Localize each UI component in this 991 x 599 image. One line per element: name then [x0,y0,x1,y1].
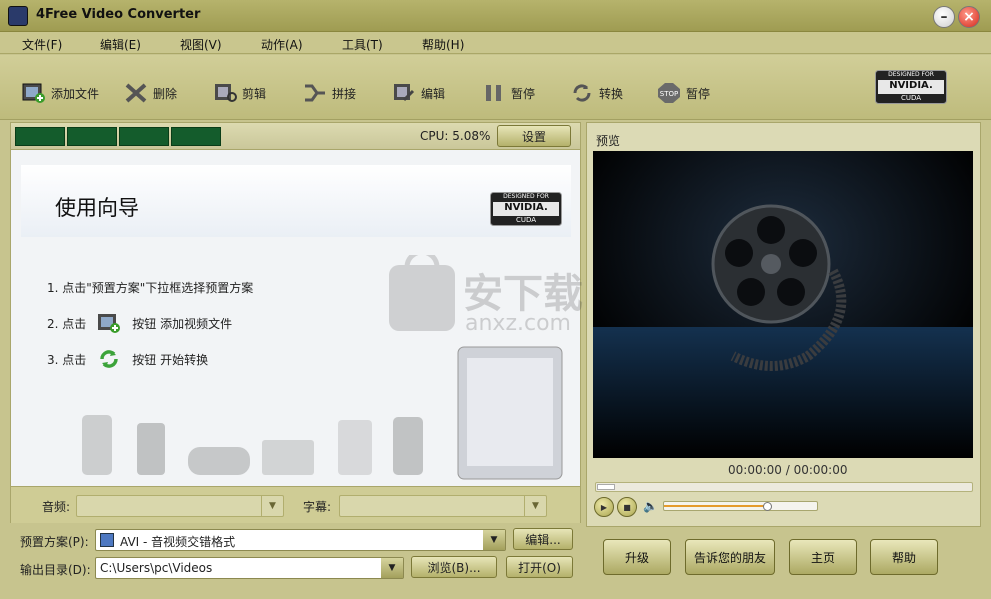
play-icon: ▶ [600,502,608,512]
output-dir-select[interactable]: C:\Users\pc\Videos ▼ [95,557,404,579]
convert-button[interactable]: 转换 [570,80,623,106]
chevron-down-icon: ▼ [483,530,505,550]
cuda-line2: NVIDIA. [889,80,933,91]
cuda-line3: CUDA [515,216,537,224]
close-button[interactable]: × [958,6,980,28]
output-label: 输出目录(D): [20,563,91,577]
menu-file[interactable]: 文件(F) [22,36,62,53]
wizard-step-2: 2. 点击 按钮 添加视频文件 [47,312,232,334]
menu-help[interactable]: 帮助(H) [422,36,464,53]
seek-handle[interactable] [597,484,615,490]
window-title: 4Free Video Converter [36,7,201,22]
svg-text:STOP: STOP [660,90,678,98]
nvidia-cuda-badge: DESIGNED FOR NVIDIA. CUDA [490,192,562,226]
settings-button[interactable]: 设置 [497,125,571,147]
browse-button[interactable]: 浏览(B)... [411,556,497,578]
convert-label: 转换 [599,86,624,101]
add-file-label: 添加文件 [51,86,100,101]
seek-bar[interactable] [595,482,973,492]
speaker-icon: 🔈 [643,499,658,513]
chevron-down-icon: ▼ [524,496,546,516]
delete-x-icon [124,82,148,104]
cpu-usage: CPU: 5.08% [420,129,491,143]
volume-handle[interactable] [763,502,772,511]
join-label: 拼接 [332,86,357,101]
cpu-meter-segment [67,127,117,146]
avi-file-icon [100,533,114,547]
cuda-line2: NVIDIA. [504,202,548,213]
edit-button[interactable]: 编辑 [392,80,445,106]
preset-label: 预置方案(P): [20,535,89,549]
join-button[interactable]: 拼接 [303,80,356,106]
preset-edit-button[interactable]: 编辑... [513,528,573,550]
add-file-button[interactable]: 添加文件 [22,80,99,106]
cpu-meter-segment [119,127,169,146]
cuda-line1: DESIGNED FOR [503,193,549,200]
chevron-down-icon: ▼ [381,558,403,578]
step2-prefix: 2. 点击 [47,316,87,331]
homepage-button[interactable]: 主页 [789,539,857,575]
wizard-step-1: 1. 点击"预置方案"下拉框选择预置方案 [47,276,253,298]
stop-label: 暂停 [686,86,711,101]
preview-label: 预览 [596,134,621,148]
nvidia-cuda-badge: DESIGNED FOR NVIDIA. CUDA [875,70,947,104]
audio-label: 音频: [42,500,71,514]
subtitle-select[interactable]: ▼ [339,495,547,517]
device-illustration [20,345,575,480]
output-value: C:\Users\pc\Videos [100,561,213,575]
edit-label: 编辑 [421,86,446,101]
chevron-down-icon: ▼ [261,496,283,516]
video-preview [593,151,973,458]
pause-label: 暂停 [511,86,536,101]
preset-value: AVI - 音视频交错格式 [120,535,236,549]
play-button[interactable]: ▶ [594,497,614,517]
step2-suffix: 按钮 添加视频文件 [132,316,233,331]
subtitle-label: 字幕: [303,500,332,514]
film-scissors-icon [213,82,237,104]
help-button[interactable]: 帮助 [870,539,938,575]
delete-button[interactable]: 删除 [124,80,177,106]
add-video-icon [22,82,46,104]
volume-level [664,505,768,507]
film-pencil-icon [392,82,416,104]
upgrade-button[interactable]: 升级 [603,539,671,575]
preset-select[interactable]: AVI - 音视频交错格式 ▼ [95,529,506,551]
add-video-icon [92,312,126,334]
tell-friend-button[interactable]: 告诉您的朋友 [685,539,775,575]
cuda-line1: DESIGNED FOR [888,71,934,78]
menu-view[interactable]: 视图(V) [180,36,222,53]
delete-label: 删除 [153,86,178,101]
app-clapperboard-icon [8,6,28,26]
watermark: 安下载 anxz.com [385,255,610,345]
audio-track-select[interactable]: ▼ [76,495,284,517]
stop-playback-button[interactable]: ■ [617,497,637,517]
menu-tools[interactable]: 工具(T) [342,36,383,53]
pause-button[interactable]: 暂停 [482,80,535,106]
merge-arrow-icon [303,82,327,104]
stop-button[interactable]: STOP 暂停 [657,80,710,106]
playback-time: 00:00:00 / 00:00:00 [728,463,848,477]
step1-text: 1. 点击"预置方案"下拉框选择预置方案 [47,280,254,295]
pause-icon [482,82,506,104]
clip-label: 剪辑 [242,86,267,101]
watermark-en: anxz.com [465,311,571,336]
minimize-button[interactable]: – [933,6,955,28]
stop-icon: ■ [623,502,631,512]
menu-action[interactable]: 动作(A) [261,36,303,53]
film-reel-icon [711,204,831,324]
cuda-line3: CUDA [900,94,922,102]
menu-bar [0,32,991,54]
wizard-title: 使用向导 [55,196,139,220]
stop-sign-icon: STOP [657,82,681,104]
cpu-meter-segment [15,127,65,146]
open-folder-button[interactable]: 打开(O) [506,556,573,578]
refresh-convert-icon [570,82,594,104]
cpu-meter-segment [171,127,221,146]
menu-edit[interactable]: 编辑(E) [100,36,141,53]
clip-button[interactable]: 剪辑 [213,80,266,106]
